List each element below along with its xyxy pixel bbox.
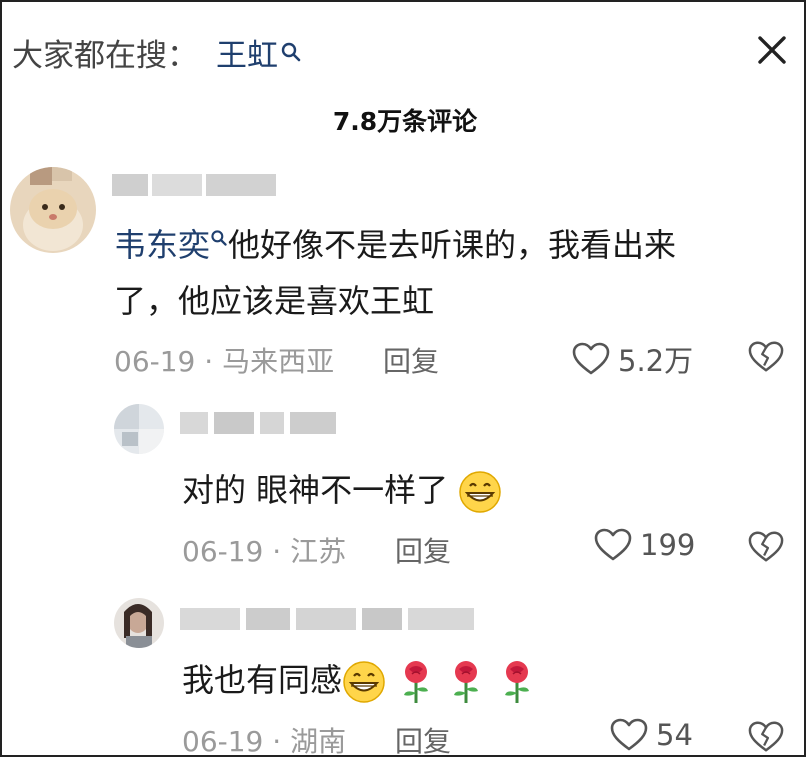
heart-icon bbox=[610, 718, 648, 751]
comment-date: 06-19 bbox=[182, 535, 264, 568]
broken-heart-icon[interactable] bbox=[748, 530, 784, 568]
mention-link[interactable]: 韦东奕 bbox=[114, 226, 210, 264]
username-blurred[interactable] bbox=[180, 412, 340, 434]
comment-text-line2: 了，他应该是喜欢王虹 bbox=[114, 282, 435, 320]
rose-emoji bbox=[454, 661, 479, 703]
comment-panel: 大家都在搜： 王虹 7.8万条评论 韦东奕 他好像不是去听课的，我看出来 了，他应… bbox=[0, 0, 806, 757]
search-suggestion-prefix: 大家都在搜： bbox=[12, 37, 198, 74]
comment-meta: 06-19 · 湖南 回复 bbox=[182, 725, 452, 757]
reply-button[interactable]: 回复 bbox=[395, 725, 451, 757]
comment-location: 江苏 bbox=[290, 535, 347, 568]
rose-emoji bbox=[504, 661, 529, 703]
comment-text: 我也有同感 bbox=[182, 652, 537, 708]
grin-emoji bbox=[459, 471, 502, 513]
broken-heart-icon[interactable] bbox=[748, 720, 784, 757]
comment-date: 06-19 bbox=[182, 725, 264, 757]
comment-text: 韦东奕 他好像不是去听课的，我看出来 了，他应该是喜欢王虹 bbox=[114, 217, 774, 329]
comment-text: 对的 眼神不一样了 bbox=[182, 462, 502, 518]
search-suggestion[interactable]: 大家都在搜： 王虹 bbox=[12, 30, 302, 74]
comment-meta: 06-19 · 马来西亚 回复 bbox=[114, 345, 440, 378]
username-blurred[interactable] bbox=[180, 608, 480, 630]
comment-count-title: 7.8万条评论 bbox=[332, 107, 478, 136]
heart-icon bbox=[594, 528, 632, 561]
avatar[interactable] bbox=[114, 404, 164, 454]
like-button[interactable]: 54 bbox=[610, 718, 693, 752]
grin-emoji bbox=[343, 661, 385, 703]
rose-emoji bbox=[404, 661, 429, 703]
search-icon bbox=[211, 230, 227, 246]
heart-icon bbox=[572, 342, 610, 375]
avatar[interactable] bbox=[114, 598, 164, 648]
comment-date: 06-19 bbox=[114, 345, 196, 378]
reply-button[interactable]: 回复 bbox=[395, 535, 451, 568]
comment-location: 马来西亚 bbox=[222, 345, 335, 378]
search-icon bbox=[280, 35, 302, 62]
close-icon[interactable] bbox=[754, 32, 790, 68]
like-button[interactable]: 199 bbox=[594, 528, 695, 562]
like-count: 5.2万 bbox=[618, 344, 694, 378]
comment-meta: 06-19 · 江苏 回复 bbox=[182, 535, 452, 568]
avatar[interactable] bbox=[10, 167, 96, 253]
search-suggestion-keyword[interactable]: 王虹 bbox=[216, 30, 278, 75]
like-button[interactable]: 5.2万 bbox=[572, 338, 693, 380]
like-count: 54 bbox=[656, 718, 693, 752]
like-count: 199 bbox=[640, 528, 696, 562]
broken-heart-icon[interactable] bbox=[748, 340, 784, 378]
reply-button[interactable]: 回复 bbox=[383, 345, 439, 378]
comment-text-line1: 他好像不是去听课的，我看出来 bbox=[228, 226, 677, 264]
comment-location: 湖南 bbox=[290, 725, 347, 757]
username-blurred[interactable] bbox=[112, 174, 282, 196]
